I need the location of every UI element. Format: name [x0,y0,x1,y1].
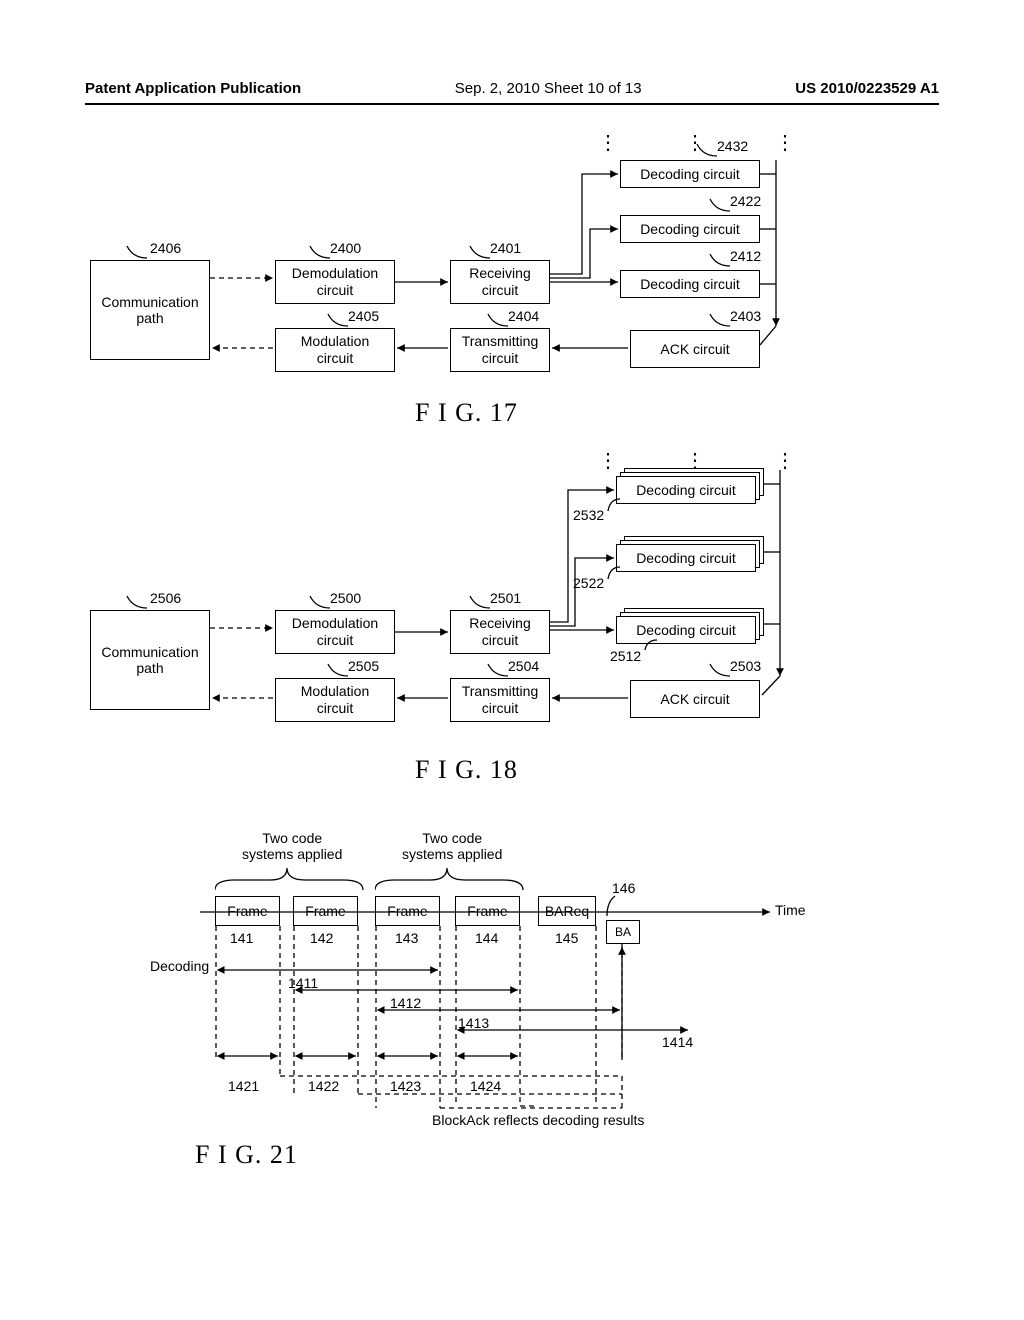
ref-144: 144 [475,930,498,946]
header-center: Sep. 2, 2010 Sheet 10 of 13 [455,80,642,97]
fig18-title: F I G. 18 [415,755,518,785]
header-left: Patent Application Publication [85,80,301,97]
ref-1413: 1413 [458,1015,489,1031]
time-label: Time [775,902,806,918]
ref-1414: 1414 [662,1034,693,1050]
fig-21: Two code systems applied Two code system… [180,830,900,1250]
blockack-footer: BlockAck reflects decoding results [432,1112,644,1128]
ref-145: 145 [555,930,578,946]
ref-1423: 1423 [390,1078,421,1094]
fig21-title: F I G. 21 [195,1140,298,1170]
ref-1422: 1422 [308,1078,339,1094]
ref-142: 142 [310,930,333,946]
header-right: US 2010/0223529 A1 [795,80,939,97]
ref-1412: 1412 [390,995,421,1011]
ref-141: 141 [230,930,253,946]
fig-18: Communication path 2506 Demodulation cir… [90,450,930,780]
fig17-title: F I G. 17 [415,398,518,428]
ref-1421: 1421 [228,1078,259,1094]
ref-1424: 1424 [470,1078,501,1094]
ref-143: 143 [395,930,418,946]
decoding-label: Decoding [150,958,209,974]
ref-1411: 1411 [288,975,318,991]
